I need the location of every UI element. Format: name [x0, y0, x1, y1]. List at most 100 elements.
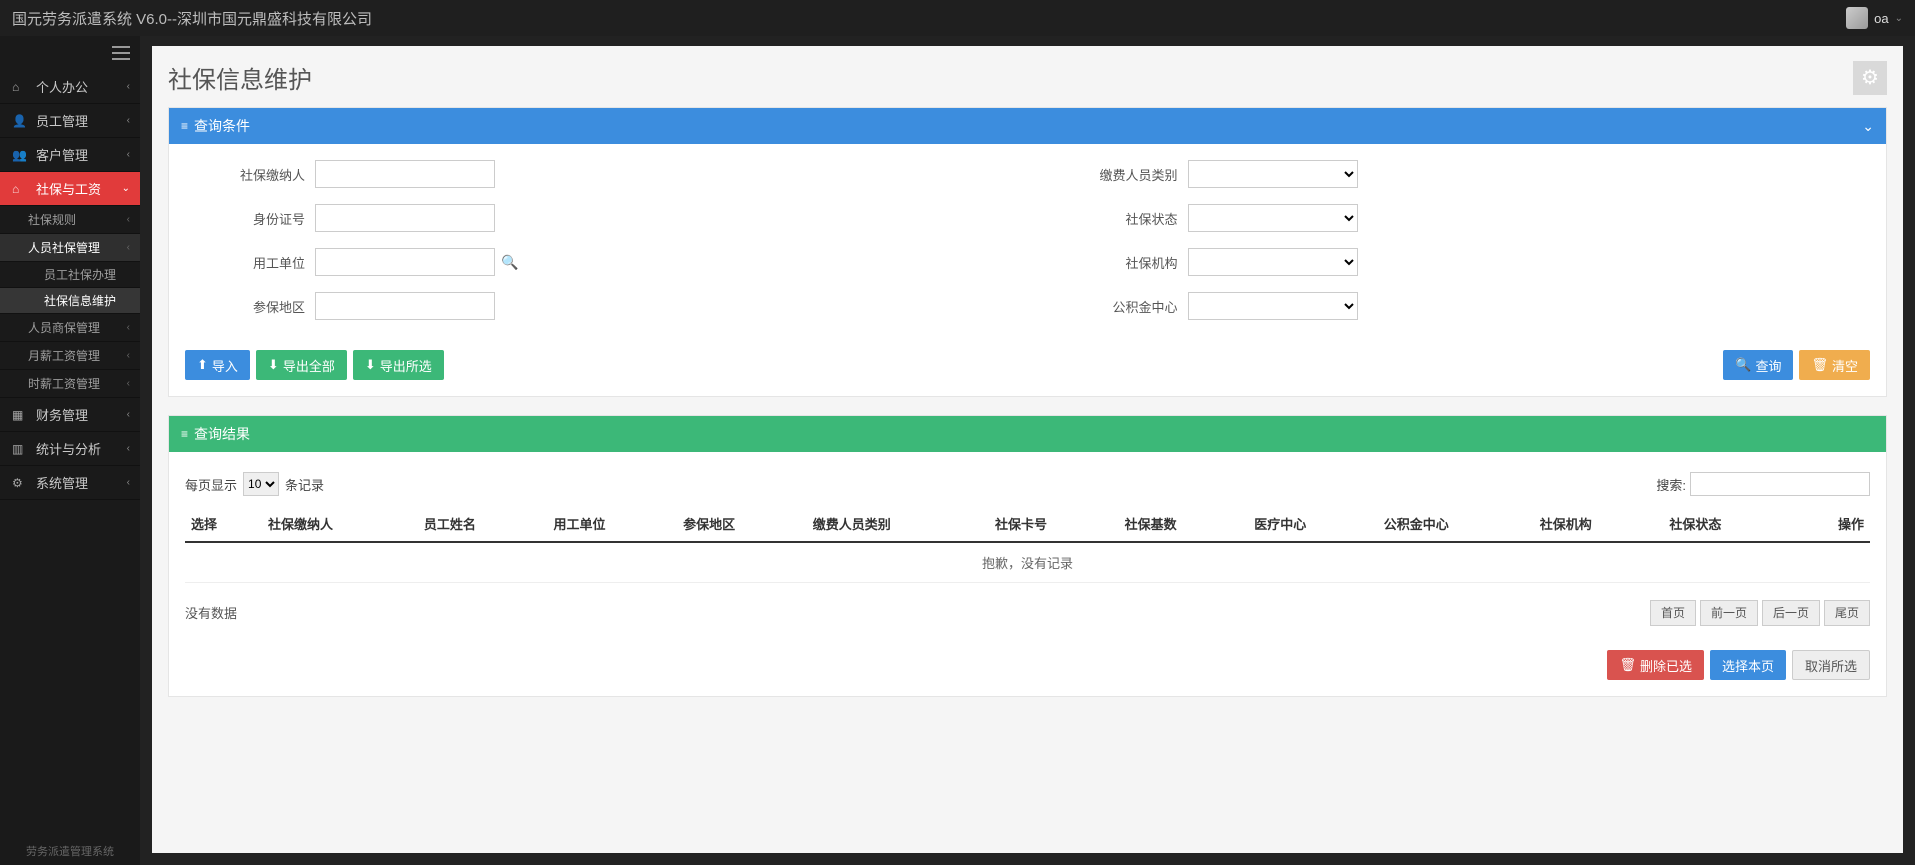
input-employer[interactable] — [315, 248, 495, 276]
pager-prev[interactable]: 前一页 — [1700, 600, 1758, 626]
sidebar-item-label: 员工社保办理 — [44, 266, 116, 283]
select-page-button[interactable]: 选择本页 — [1710, 650, 1786, 680]
chevron-left-icon: ‹ — [127, 81, 130, 92]
chevron-left-icon: ‹ — [127, 149, 130, 160]
chart-icon: ▥ — [12, 442, 28, 456]
panel-title: 查询结果 — [194, 424, 250, 444]
no-data-text: 没有数据 — [185, 589, 1646, 636]
sidebar-item-customer[interactable]: 👥 客户管理 ‹ — [0, 138, 140, 172]
per-page-prefix: 每页显示 — [185, 475, 237, 494]
sidebar-item-label: 月薪工资管理 — [28, 347, 100, 364]
clear-button[interactable]: 🗑 清空 — [1799, 350, 1870, 380]
sidebar-item-label: 社保规则 — [28, 211, 76, 228]
sidebar-toggle[interactable] — [0, 36, 140, 70]
dashboard-icon: ▦ — [12, 408, 28, 422]
col-medical: 医疗中心 — [1248, 506, 1378, 542]
download-icon: ⬇ — [365, 357, 376, 373]
import-button[interactable]: ⬆ 导入 — [185, 350, 250, 380]
empty-row: 抱歉，没有记录 — [185, 542, 1870, 583]
menu-icon — [112, 46, 130, 60]
page: 社保信息维护 ⚙ ≡ 查询条件 ⌄ 社保缴纳人 — [152, 46, 1903, 853]
sidebar-item-label: 人员商保管理 — [28, 319, 100, 336]
table-search-input[interactable] — [1690, 472, 1870, 496]
users-icon: 👥 — [12, 148, 28, 162]
col-status: 社保状态 — [1663, 506, 1793, 542]
label-payer: 社保缴纳人 — [185, 165, 315, 184]
search-icon: 🔍 — [501, 254, 518, 270]
export-all-button[interactable]: ⬇ 导出全部 — [256, 350, 347, 380]
input-idno[interactable] — [315, 204, 495, 232]
delete-selected-button[interactable]: 🗑 删除已选 — [1607, 650, 1704, 680]
col-empname: 员工姓名 — [418, 506, 548, 542]
sidebar-sub-hourly[interactable]: 时薪工资管理 ‹ — [0, 370, 140, 398]
col-cardno: 社保卡号 — [989, 506, 1119, 542]
sidebar-item-stats[interactable]: ▥ 统计与分析 ‹ — [0, 432, 140, 466]
sidebar-item-label: 个人办公 — [36, 77, 88, 96]
input-region[interactable] — [315, 292, 495, 320]
trash-icon: 🗑 — [1619, 657, 1636, 673]
user-name: oa — [1874, 11, 1888, 26]
page-settings-button[interactable]: ⚙ — [1853, 61, 1887, 95]
chevron-left-icon: ‹ — [127, 378, 130, 389]
label-employer: 用工单位 — [185, 253, 315, 272]
sidebar-sub-monthly[interactable]: 月薪工资管理 ‹ — [0, 342, 140, 370]
list-icon: ≡ — [181, 119, 188, 133]
deselect-all-button[interactable]: 取消所选 — [1792, 650, 1870, 680]
label-idno: 身份证号 — [185, 209, 315, 228]
pager-next[interactable]: 后一页 — [1762, 600, 1820, 626]
per-page-select[interactable]: 10 — [243, 472, 279, 496]
search-label: 搜索: — [1656, 475, 1686, 494]
user-menu[interactable]: oa ⌄ — [1846, 7, 1903, 29]
user-icon: 👤 — [12, 114, 28, 128]
chevron-left-icon: ‹ — [127, 242, 130, 253]
sidebar-item-label: 社保信息维护 — [44, 292, 116, 309]
label-payer-type: 缴费人员类别 — [1058, 165, 1188, 184]
col-region: 参保地区 — [677, 506, 807, 542]
sidebar-sub-commercial[interactable]: 人员商保管理 ‹ — [0, 314, 140, 342]
select-ss-status[interactable] — [1188, 204, 1358, 232]
label-ss-status: 社保状态 — [1058, 209, 1188, 228]
lookup-employer-button[interactable]: 🔍 — [501, 254, 518, 271]
chevron-left-icon: ‹ — [127, 322, 130, 333]
sidebar-item-personal[interactable]: ⌂ 个人办公 ‹ — [0, 70, 140, 104]
col-employer: 用工单位 — [548, 506, 678, 542]
sidebar-sub-rules[interactable]: 社保规则 ‹ — [0, 206, 140, 234]
sidebar-sub-person-ins[interactable]: 人员社保管理 ‹ — [0, 234, 140, 262]
query-panel: ≡ 查询条件 ⌄ 社保缴纳人 身份证号 — [168, 107, 1887, 397]
sidebar-item-finance[interactable]: ▦ 财务管理 ‹ — [0, 398, 140, 432]
sidebar-item-insurance[interactable]: ⌂ 社保与工资 ⌄ — [0, 172, 140, 206]
results-panel: ≡ 查询结果 每页显示 10 条记录 搜索: — [168, 415, 1887, 697]
input-payer[interactable] — [315, 160, 495, 188]
select-ss-org[interactable] — [1188, 248, 1358, 276]
chevron-left-icon: ‹ — [127, 350, 130, 361]
upload-icon: ⬆ — [197, 357, 208, 373]
sidebar-item-label: 系统管理 — [36, 473, 88, 492]
sidebar-item-employee[interactable]: 👤 员工管理 ‹ — [0, 104, 140, 138]
topbar: 国元劳务派遣系统 V6.0--深圳市国元鼎盛科技有限公司 oa ⌄ — [0, 0, 1915, 36]
sidebar-sub2-info-maintain[interactable]: 社保信息维护 — [0, 288, 140, 314]
col-org: 社保机构 — [1534, 506, 1664, 542]
pager-last[interactable]: 尾页 — [1824, 600, 1870, 626]
label-fund-center: 公积金中心 — [1058, 297, 1188, 316]
query-button[interactable]: 🔍 查询 — [1723, 350, 1793, 380]
sidebar-sub2-emp-handle[interactable]: 员工社保办理 — [0, 262, 140, 288]
sidebar-item-system[interactable]: ⚙ 系统管理 ‹ — [0, 466, 140, 500]
app-title: 国元劳务派遣系统 V6.0--深圳市国元鼎盛科技有限公司 — [12, 8, 372, 29]
select-payer-type[interactable] — [1188, 160, 1358, 188]
download-icon: ⬇ — [268, 357, 279, 373]
chevron-left-icon: ‹ — [127, 115, 130, 126]
select-fund-center[interactable] — [1188, 292, 1358, 320]
chevron-down-icon: ⌄ — [122, 183, 130, 194]
page-title: 社保信息维护 — [168, 60, 312, 95]
sidebar-item-label: 统计与分析 — [36, 439, 101, 458]
sidebar-item-label: 人员社保管理 — [28, 239, 100, 256]
export-selected-button[interactable]: ⬇ 导出所选 — [353, 350, 444, 380]
pager: 没有数据 首页 前一页 后一页 尾页 — [185, 589, 1870, 636]
pager-first[interactable]: 首页 — [1650, 600, 1696, 626]
home-icon: ⌂ — [12, 182, 28, 196]
chevron-left-icon: ‹ — [127, 443, 130, 454]
col-select: 选择 — [185, 506, 262, 542]
chevron-down-icon: ⌄ — [1895, 13, 1903, 24]
label-region: 参保地区 — [185, 297, 315, 316]
collapse-button[interactable]: ⌄ — [1862, 118, 1874, 135]
